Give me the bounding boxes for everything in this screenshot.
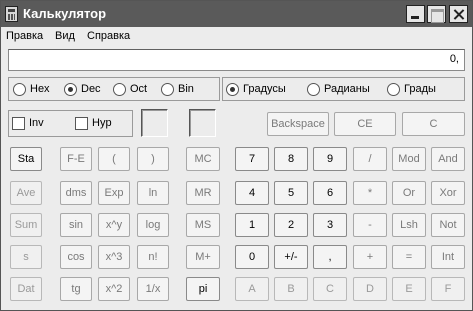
key-button-4-4[interactable]: E (392, 277, 426, 301)
parenthesis-indicator (141, 109, 168, 137)
key-button-1-3[interactable]: * (353, 181, 387, 205)
sci-button-x-3[interactable]: x^3 (98, 245, 130, 269)
menu-bar: Правка Вид Справка (1, 28, 472, 46)
key-button-0-4[interactable]: Mod (392, 147, 426, 171)
key-button-4-1[interactable]: B (274, 277, 308, 301)
calculator-window: Калькулятор Правка Вид Справка 0, Hex De… (0, 0, 473, 311)
key-button-1-5[interactable]: Xor (431, 181, 465, 205)
sci-button-f-e[interactable]: F-E (60, 147, 92, 171)
key-button-1-1[interactable]: 5 (274, 181, 308, 205)
sci-button-n[interactable]: n! (137, 245, 169, 269)
maximize-button[interactable] (427, 5, 446, 23)
memory-button-mc[interactable]: MC (186, 147, 220, 171)
menu-view[interactable]: Вид (55, 30, 75, 42)
key-button-2-0[interactable]: 1 (235, 213, 269, 237)
menu-edit[interactable]: Правка (6, 30, 43, 42)
key-button-1-4[interactable]: Or (392, 181, 426, 205)
key-button-0-2[interactable]: 9 (313, 147, 347, 171)
key-button-1-0[interactable]: 4 (235, 181, 269, 205)
key-button-4-3[interactable]: D (353, 277, 387, 301)
angle-group: Градусы Радианы Грады (222, 77, 465, 101)
key-button-0-1[interactable]: 8 (274, 147, 308, 171)
sci-button-sym[interactable]: ) (137, 147, 169, 171)
key-button-4-5[interactable]: F (431, 277, 465, 301)
memory-button-mr[interactable]: MR (186, 181, 220, 205)
key-button-2-4[interactable]: Lsh (392, 213, 426, 237)
key-button-1-2[interactable]: 6 (313, 181, 347, 205)
sci-button-x-y[interactable]: x^y (98, 213, 130, 237)
sci-button-exp[interactable]: Exp (98, 181, 130, 205)
sci-button-dms[interactable]: dms (60, 181, 92, 205)
key-button-2-5[interactable]: Not (431, 213, 465, 237)
menu-help[interactable]: Справка (87, 30, 130, 42)
key-button-3-4[interactable]: = (392, 245, 426, 269)
memory-button-ms[interactable]: MS (186, 213, 220, 237)
sci-button-1-x[interactable]: 1/x (137, 277, 169, 301)
calculator-icon (5, 6, 18, 22)
key-button-3-0[interactable]: 0 (235, 245, 269, 269)
key-button-0-3[interactable]: / (353, 147, 387, 171)
backspace-button[interactable]: Backspace (267, 112, 329, 136)
key-button-0-0[interactable]: 7 (235, 147, 269, 171)
inv-hyp-group (8, 110, 133, 137)
key-button-3-5[interactable]: Int (431, 245, 465, 269)
memory-button-pi[interactable]: pi (186, 277, 220, 301)
key-button-3-1[interactable]: +/- (274, 245, 308, 269)
stat-button-dat[interactable]: Dat (10, 277, 42, 301)
close-button[interactable] (449, 5, 468, 23)
memory-button-m[interactable]: M+ (186, 245, 220, 269)
key-button-4-0[interactable]: A (235, 277, 269, 301)
key-button-3-2[interactable]: , (313, 245, 347, 269)
sci-button-tg[interactable]: tg (60, 277, 92, 301)
sci-button-ln[interactable]: ln (137, 181, 169, 205)
stat-button-s[interactable]: s (10, 245, 42, 269)
stat-button-sta[interactable]: Sta (10, 147, 42, 171)
key-button-2-2[interactable]: 3 (313, 213, 347, 237)
key-button-4-2[interactable]: C (313, 277, 347, 301)
stat-button-sum[interactable]: Sum (10, 213, 42, 237)
stat-button-ave[interactable]: Ave (10, 181, 42, 205)
sci-button-sin[interactable]: sin (60, 213, 92, 237)
memory-indicator (189, 109, 216, 137)
minimize-button[interactable] (406, 5, 425, 23)
sci-button-log[interactable]: log (137, 213, 169, 237)
sci-button-cos[interactable]: cos (60, 245, 92, 269)
clear-button[interactable]: C (402, 112, 465, 136)
title-bar[interactable]: Калькулятор (1, 1, 472, 27)
key-button-2-3[interactable]: - (353, 213, 387, 237)
key-button-3-3[interactable]: + (353, 245, 387, 269)
ce-button[interactable]: CE (334, 112, 396, 136)
sci-button-sym[interactable]: ( (98, 147, 130, 171)
result-display: 0, (8, 49, 465, 71)
radix-group: Hex Dec Oct Bin (8, 77, 220, 101)
window-title: Калькулятор (23, 6, 107, 21)
sci-button-x-2[interactable]: x^2 (98, 277, 130, 301)
key-button-2-1[interactable]: 2 (274, 213, 308, 237)
key-button-0-5[interactable]: And (431, 147, 465, 171)
